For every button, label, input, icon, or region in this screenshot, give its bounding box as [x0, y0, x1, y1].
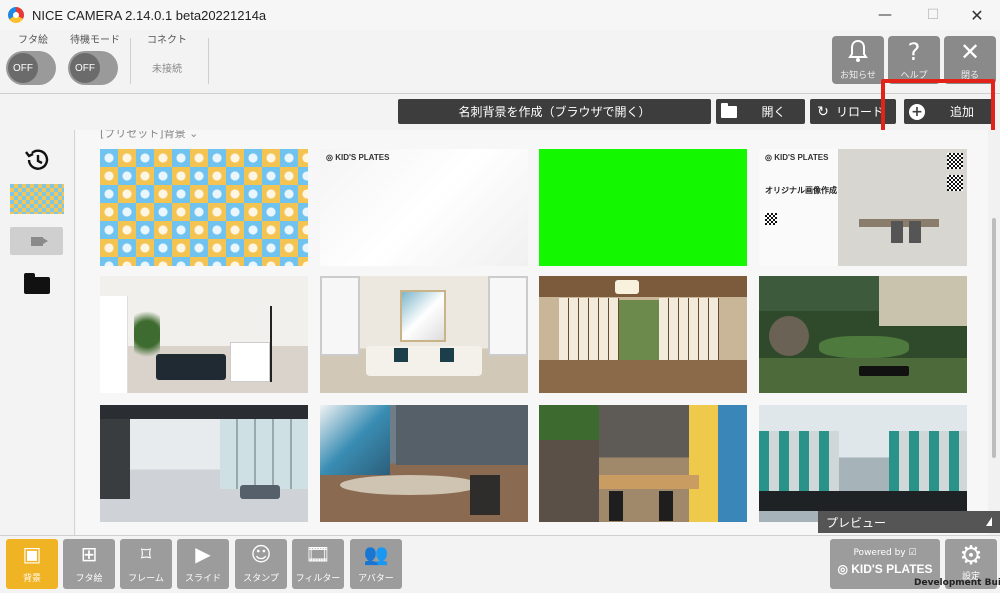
close-icon: ✕	[959, 38, 981, 66]
toolbar-divider	[130, 38, 131, 84]
futae-toggle-group: フタ絵 OFF	[6, 34, 60, 90]
thumb-meeting-room[interactable]	[320, 405, 528, 522]
thumb-kids-plates-white[interactable]: ◎ KID'S PLATES	[320, 149, 528, 266]
preview-tab[interactable]: プレビュー	[818, 511, 1000, 533]
camera-tab[interactable]	[10, 227, 63, 255]
thumb-japanese-garden[interactable]	[759, 276, 967, 393]
tool-label: フレーム	[128, 574, 164, 584]
thumb-caption: オリジナル画像作成	[765, 186, 837, 195]
tool-filter-button[interactable]: 🎞 フィルター	[292, 539, 344, 589]
background-icon: ▣	[22, 542, 42, 566]
open-button[interactable]: 開く	[716, 99, 805, 124]
tool-background-button[interactable]: ▣ 背景	[6, 539, 58, 589]
slide-icon: ▶	[195, 542, 211, 566]
thumb-cowork-space[interactable]	[539, 405, 747, 522]
video-camera-icon	[30, 236, 48, 246]
app-close-button-label: 閉る	[960, 71, 979, 81]
notice-button[interactable]: お知らせ	[832, 36, 884, 84]
preview-label: プレビュー	[826, 515, 887, 530]
open-label: 開く	[761, 105, 786, 119]
window-close-button[interactable]: ✕	[954, 0, 1000, 30]
maximize-button[interactable]: ☐	[910, 0, 956, 30]
futae-toggle-label: フタ絵	[18, 35, 48, 46]
bell-icon	[848, 39, 868, 62]
tool-label: フタ絵	[75, 574, 103, 584]
futae-toggle-state: OFF	[8, 53, 38, 83]
tool-label: スライド	[184, 574, 221, 584]
background-gallery: [プリセット]背景 ⌄ ◎ KID'S PLATES ◎ KID'S PLATE…	[76, 130, 988, 535]
avatar-icon: 👥	[363, 542, 389, 566]
thumb-office-desks[interactable]	[759, 405, 967, 522]
gallery-scrollbar[interactable]	[988, 130, 1000, 535]
reload-label: リロード	[836, 105, 885, 119]
bottom-toolbar: ▣ 背景 ⊞ フタ絵 ⌑ フレーム ▶ スライド ☺ スタンプ 🎞 フィルター …	[0, 535, 1000, 593]
reload-icon: ↻	[817, 103, 829, 120]
qr-code-icon	[947, 153, 963, 169]
filter-icon: 🎞	[305, 542, 331, 566]
tool-slide-button[interactable]: ▶ スライド	[177, 539, 229, 589]
lid-image-icon: ⊞	[80, 542, 98, 566]
app-logo-icon	[8, 7, 24, 23]
add-circle-icon: +	[904, 103, 930, 120]
action-bar: 名刺背景を作成（ブラウザで開く） 開く ↻ リロード + 追加	[0, 95, 1000, 129]
connect-status: 未接続	[152, 64, 182, 75]
connect-group: コネクト 未接続	[136, 34, 198, 75]
powered-by-label: Powered by ☑	[853, 548, 917, 558]
thumb-japanese-room[interactable]	[539, 276, 747, 393]
app-close-button[interactable]: ✕ 閉る	[944, 36, 996, 84]
caret-up-icon	[986, 517, 992, 526]
standby-toggle-label: 待機モード	[70, 35, 120, 46]
futae-toggle[interactable]: OFF	[6, 51, 56, 85]
connect-label: コネクト	[147, 35, 187, 46]
standby-toggle-group: 待機モード OFF	[66, 34, 124, 90]
thumb-kids-plates-office[interactable]: ◎ KID'S PLATES オリジナル画像作成	[759, 149, 967, 266]
development-build-label: Development Build	[914, 578, 1000, 588]
left-sidebar	[0, 130, 75, 535]
help-button-label: ヘルプ	[900, 71, 928, 81]
folder-tab[interactable]	[24, 272, 50, 294]
create-card-label: 名刺背景を作成（ブラウザで開く）	[458, 105, 651, 119]
standby-toggle-state: OFF	[70, 53, 100, 83]
question-icon: ?	[907, 38, 921, 66]
tool-label: 背景	[22, 574, 41, 584]
window-title: NICE CAMERA 2.14.0.1 beta20221214a	[32, 7, 267, 23]
thumb-green-screen[interactable]	[539, 149, 747, 266]
notice-button-label: お知らせ	[840, 71, 876, 81]
kids-plates-brand: ◎ KID'S PLATES	[837, 562, 933, 576]
reload-button[interactable]: ↻ リロード	[810, 99, 896, 124]
add-button[interactable]: + 追加	[904, 99, 994, 124]
add-label: 追加	[949, 105, 974, 119]
thumb-living-room[interactable]	[100, 276, 308, 393]
tool-lid-image-button[interactable]: ⊞ フタ絵	[63, 539, 115, 589]
history-icon[interactable]	[22, 147, 52, 173]
frame-icon: ⌑	[140, 542, 152, 566]
kids-plates-logo: ◎ KID'S PLATES	[326, 153, 390, 162]
folder-icon	[716, 102, 742, 118]
help-button[interactable]: ? ヘルプ	[888, 36, 940, 84]
tool-label: スタンプ	[243, 574, 279, 584]
tool-stamp-button[interactable]: ☺ スタンプ	[235, 539, 287, 589]
create-card-background-button[interactable]: 名刺背景を作成（ブラウザで開く）	[398, 99, 711, 124]
tool-frame-button[interactable]: ⌑ フレーム	[120, 539, 172, 589]
tool-avatar-button[interactable]: 👥 アバター	[350, 539, 402, 589]
section-title[interactable]: [プリセット]背景 ⌄	[100, 130, 198, 141]
tool-label: アバター	[358, 574, 394, 584]
gear-icon: ⚙	[959, 541, 983, 571]
preset-backgrounds-tab[interactable]	[10, 184, 64, 214]
qr-code-icon	[765, 213, 777, 225]
qr-code-icon	[947, 175, 963, 191]
scrollbar-thumb[interactable]	[992, 218, 996, 458]
title-bar: NICE CAMERA 2.14.0.1 beta20221214a — ☐ ✕	[0, 0, 1000, 30]
thumb-pattern-clock[interactable]	[100, 149, 308, 266]
stamp-icon: ☺	[250, 542, 272, 566]
kids-plates-logo: ◎ KID'S PLATES	[765, 153, 829, 162]
thumb-sofa-room[interactable]	[320, 276, 528, 393]
thumb-office-hall[interactable]	[100, 405, 308, 522]
tool-label: フィルター	[295, 574, 341, 584]
folder-icon	[24, 272, 50, 294]
standby-toggle[interactable]: OFF	[68, 51, 118, 85]
minimize-button[interactable]: —	[862, 0, 908, 30]
toolbar-divider	[208, 38, 209, 84]
top-toolbar: フタ絵 OFF 待機モード OFF コネクト 未接続 お知らせ ? ヘルプ ✕ …	[0, 30, 1000, 94]
